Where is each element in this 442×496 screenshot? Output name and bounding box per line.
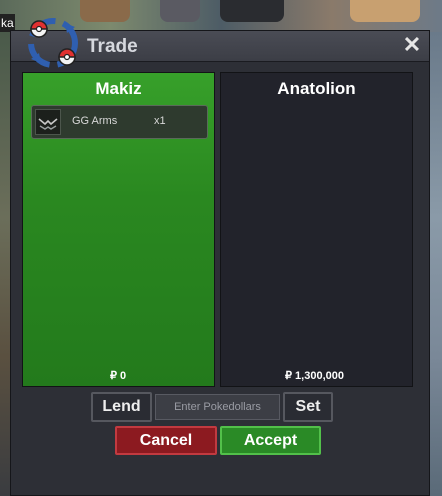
npc-sprite (160, 0, 200, 22)
gg-arms-icon (35, 109, 61, 135)
pokeball-swap-icon (28, 18, 78, 68)
pokedollars-input[interactable]: Enter Pokedollars (155, 394, 280, 420)
offer-item[interactable]: GG Arms x1 (31, 105, 208, 139)
my-offer-panel: Makiz GG Arms x1 ₽ 0 (22, 72, 215, 387)
npc-sprite (220, 0, 284, 22)
npc-sprite (80, 0, 130, 22)
lend-button[interactable]: Lend (91, 392, 152, 422)
set-button[interactable]: Set (283, 392, 333, 422)
my-money-offer: ₽ 0 (110, 370, 127, 382)
partner-money-offer: ₽ 1,300,000 (285, 370, 344, 382)
partner-offer-panel: Anatolion ₽ 1,300,000 (220, 72, 413, 387)
item-quantity: x1 (154, 115, 166, 127)
partner-trader-name: Anatolion (277, 79, 356, 98)
close-icon[interactable]: ✕ (401, 34, 423, 56)
npc-sprite (350, 0, 420, 22)
dialog-title: Trade (87, 36, 138, 57)
my-trader-name: Makiz (95, 79, 142, 98)
accept-button[interactable]: Accept (220, 426, 321, 455)
item-name: GG Arms (72, 115, 118, 127)
game-background-left (0, 32, 10, 496)
cancel-button[interactable]: Cancel (115, 426, 217, 455)
game-background-right (430, 32, 442, 496)
trade-dialog: Trade ✕ Makiz GG Arms x1 ₽ 0 Anatolion ₽… (10, 18, 430, 496)
